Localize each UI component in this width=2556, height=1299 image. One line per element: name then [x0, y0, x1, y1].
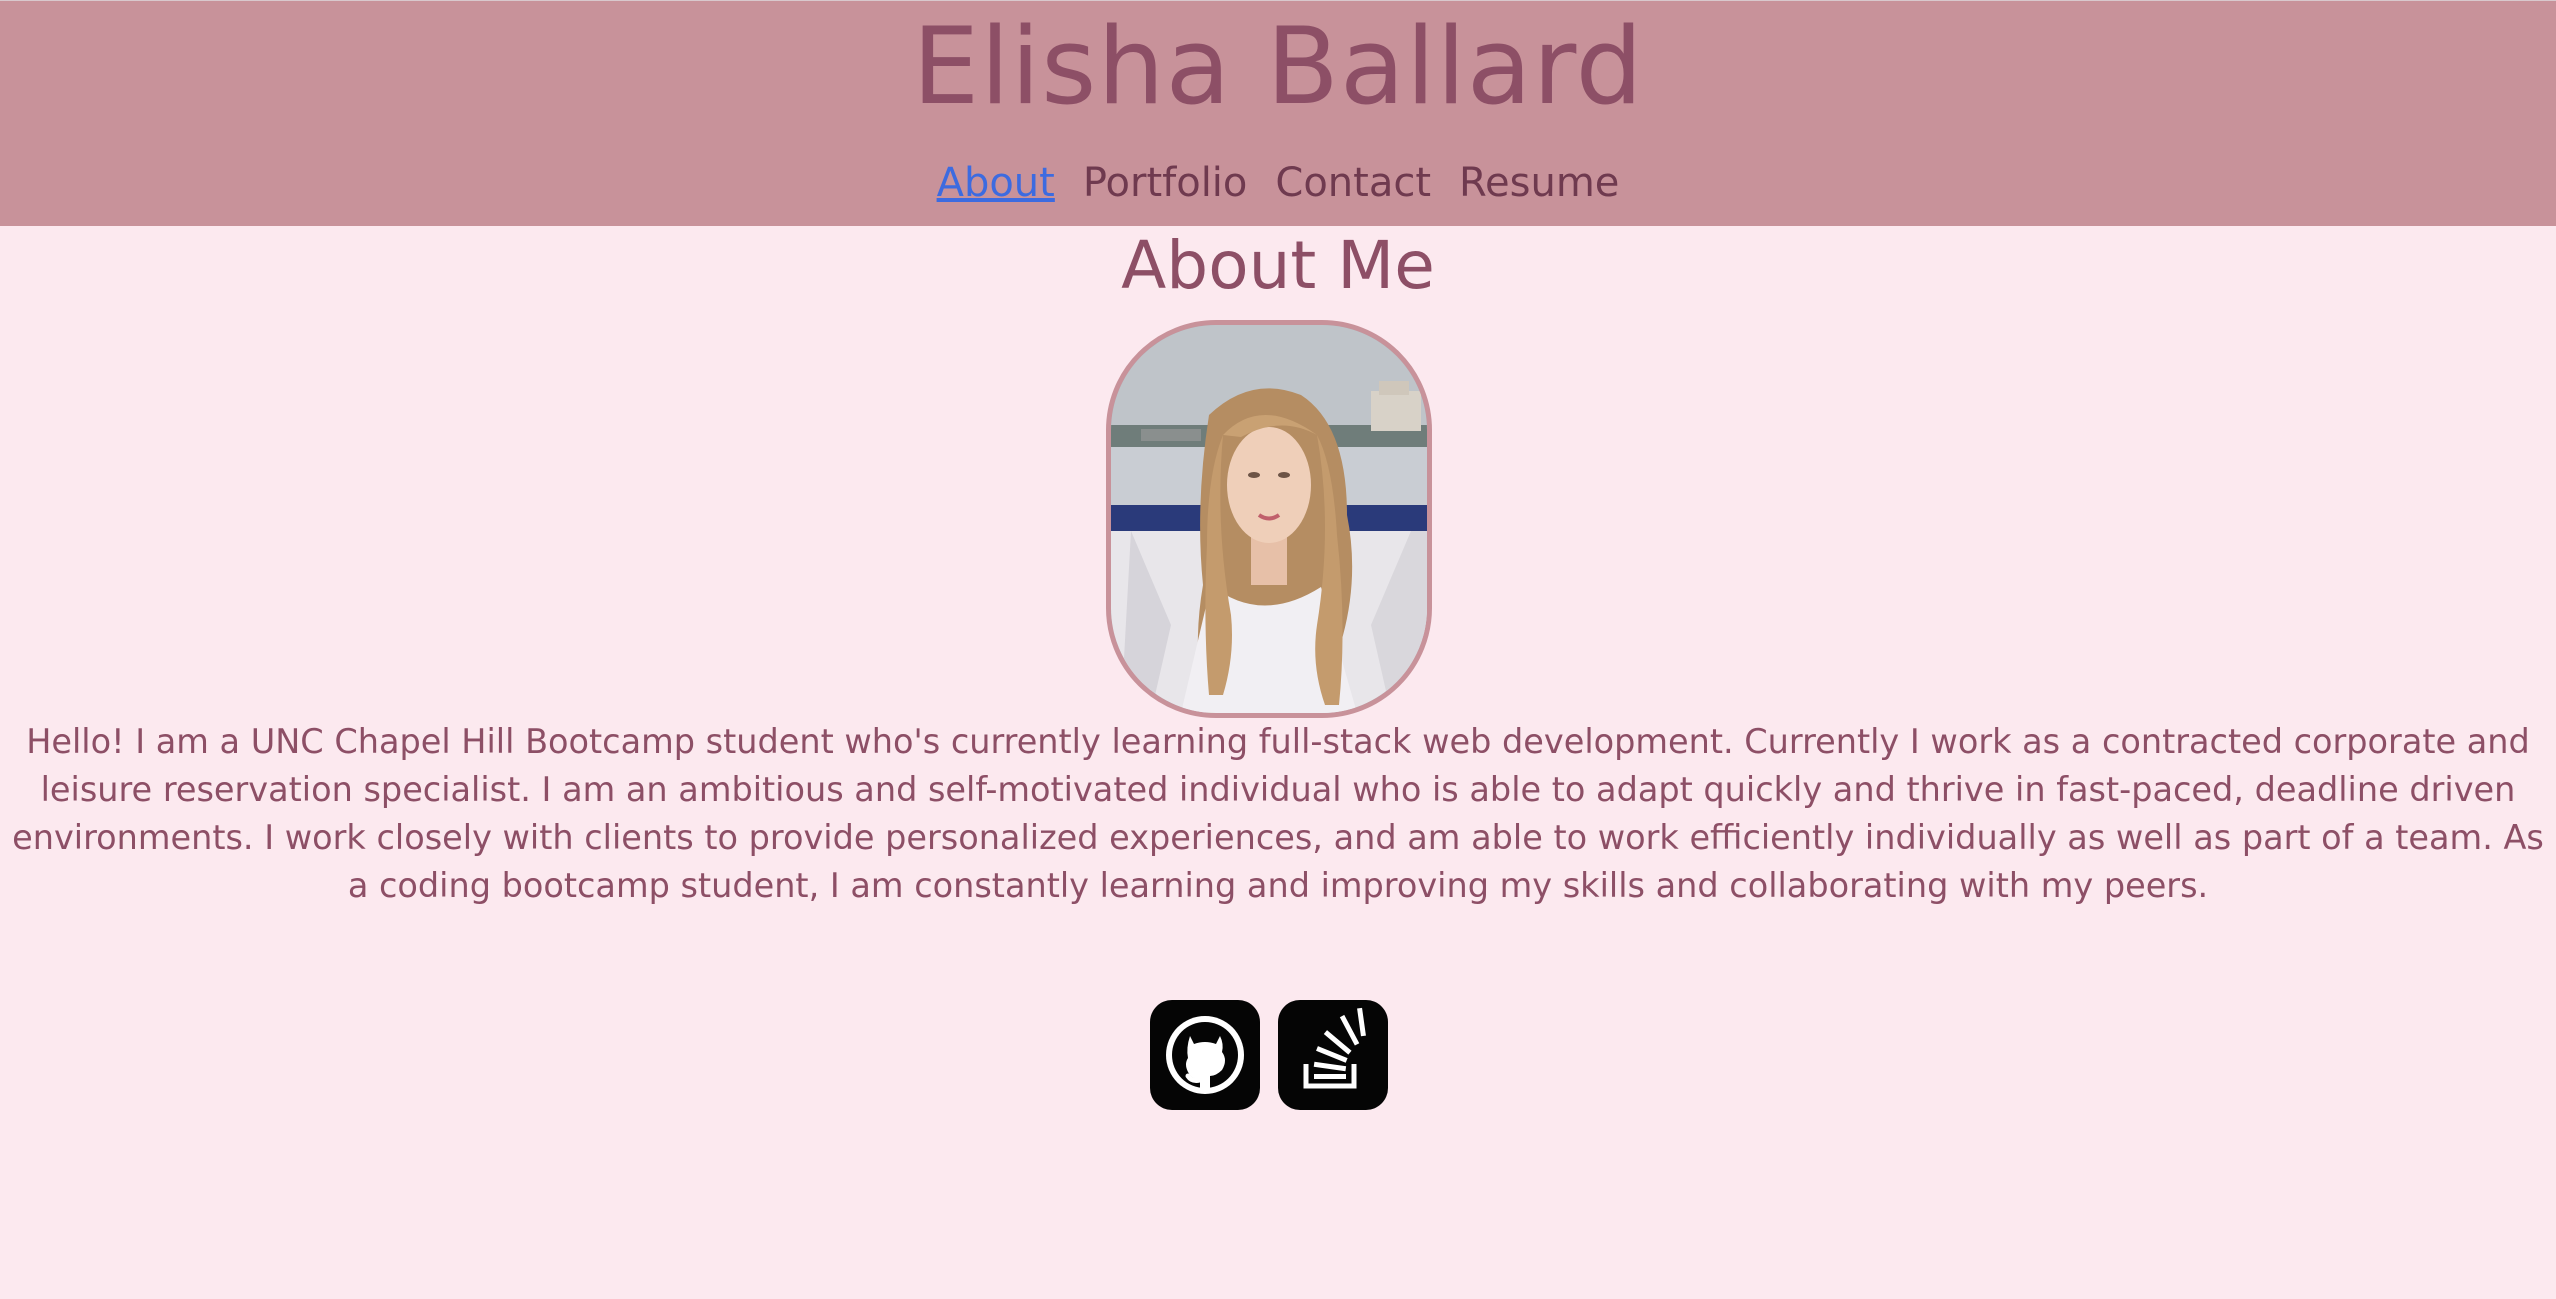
portrait-photo [1106, 320, 1432, 718]
site-title: Elisha Ballard [912, 5, 1644, 128]
nav-link-resume[interactable]: Resume [1459, 157, 1619, 209]
bio-text: Hello! I am a UNC Chapel Hill Bootcamp s… [12, 722, 2544, 905]
github-link[interactable] [1150, 1000, 1260, 1110]
main-nav: About Portfolio Contact Resume [0, 157, 2556, 209]
nav-link-portfolio[interactable]: Portfolio [1083, 157, 1248, 209]
stackoverflow-link[interactable] [1278, 1000, 1388, 1110]
about-heading: About Me [1121, 227, 1435, 304]
social-links [1148, 1000, 1388, 1112]
site-header: Elisha Ballard About Portfolio Contact Resu… [0, 0, 2556, 226]
stackoverflow-icon [1278, 1000, 1388, 1110]
nav-link-about[interactable]: About [937, 157, 1055, 209]
github-icon [1150, 1000, 1260, 1110]
nav-link-contact[interactable]: Contact [1275, 157, 1431, 209]
